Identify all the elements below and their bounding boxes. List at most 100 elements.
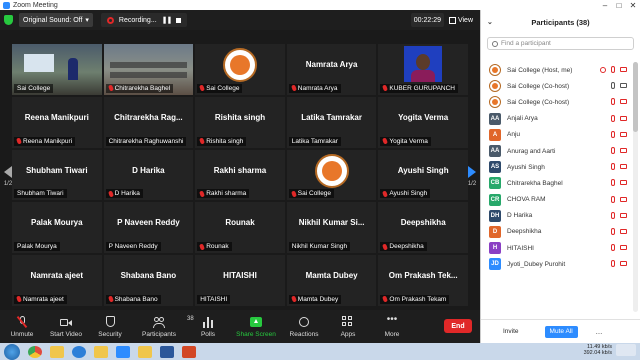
microphone-muted-icon[interactable] [611, 211, 615, 219]
video-tile[interactable]: Rakhi sharma Rakhi sharma [195, 149, 285, 201]
start-button-icon[interactable] [4, 343, 20, 360]
microphone-muted-icon[interactable] [611, 146, 615, 154]
tile-name-label: Rounak [197, 242, 232, 252]
video-tile[interactable]: Om Prakash Tek... Om Prakash Tekam [378, 255, 468, 306]
microphone-muted-icon[interactable] [611, 163, 615, 171]
video-tile[interactable]: HITAISHI HITAISHI [195, 255, 285, 306]
panel-more-button[interactable]: ... [596, 327, 603, 336]
video-tile[interactable]: P Naveen Reddy P Naveen Reddy [103, 202, 194, 254]
stop-icon[interactable] [176, 17, 182, 23]
microphone-muted-icon[interactable] [611, 227, 615, 235]
video-camera-off-icon [620, 228, 627, 234]
security-button[interactable]: Security [88, 310, 132, 343]
zoom-taskbar-icon[interactable] [116, 345, 130, 358]
polls-button[interactable]: Polls [186, 310, 230, 343]
share-screen-button[interactable]: Share Screen [230, 310, 282, 343]
video-tile[interactable]: Mamta Dubey Mamta Dubey [286, 255, 377, 306]
end-meeting-button[interactable]: End [444, 319, 472, 333]
video-tile[interactable]: Namrata ajeet Namrata ajeet [12, 255, 102, 306]
encryption-shield-icon[interactable] [4, 15, 13, 25]
participant-row[interactable]: DH D Harika [481, 208, 631, 224]
avatar: DH [489, 209, 501, 222]
tile-display-name: Rounak [225, 218, 255, 228]
scrollbar-thumb[interactable] [633, 62, 638, 132]
video-tile[interactable]: Deepshikha Deepshikha [378, 202, 468, 254]
video-tile[interactable]: Sai College [195, 44, 285, 95]
microphone-muted-icon[interactable] [611, 260, 615, 268]
tile-name-label: HITAISHI [197, 294, 231, 304]
collapse-panel-icon[interactable]: ⌄ [487, 18, 493, 26]
video-tile[interactable]: Ayushi Singh Ayushi Singh [378, 149, 468, 201]
mute-all-button[interactable]: Mute All [544, 325, 578, 338]
start-video-button[interactable]: Start Video [44, 310, 88, 343]
video-tile[interactable]: D Harika D Harika [103, 149, 194, 201]
minimize-icon[interactable]: – [598, 0, 612, 10]
participants-button[interactable]: Participants [132, 310, 186, 343]
microphone-muted-icon[interactable] [611, 66, 615, 73]
video-tile[interactable]: Reena Manikpuri Reena Manikpuri [12, 96, 102, 148]
browser-icon[interactable] [72, 345, 86, 358]
tile-display-name: Shubham Tiwari [25, 165, 88, 175]
pause-icon[interactable]: ❚❚ [162, 16, 173, 24]
close-icon[interactable]: ✕ [626, 0, 640, 10]
participant-row[interactable]: JD Jyoti_Dubey Purohit [481, 256, 631, 272]
video-tile[interactable]: Rishita singh Rishita singh [195, 96, 285, 148]
participant-status [611, 98, 627, 106]
folder-icon[interactable] [50, 345, 64, 358]
view-button[interactable]: View [446, 13, 476, 27]
apps-button[interactable]: Apps [326, 310, 370, 343]
participant-row[interactable]: AA Anurag and Aarti [481, 143, 631, 159]
video-tile[interactable]: Chitrarekha Rag... Chitrarekha Raghuwansh… [103, 96, 194, 148]
original-sound-button[interactable]: Original Sound: Off ▾ [19, 13, 93, 27]
video-tile[interactable]: Latika Tamrakar Latika Tamrakar [286, 96, 377, 148]
participant-row[interactable]: AA Anjali Arya [481, 111, 631, 127]
video-tile[interactable]: Chitrarekha Baghel [103, 44, 194, 95]
participant-name: Jyoti_Dubey Purohit [507, 260, 566, 268]
participant-row[interactable]: CB Chitrarekha Baghel [481, 175, 631, 191]
microphone-muted-icon[interactable] [611, 130, 615, 138]
file-explorer-icon[interactable] [94, 345, 108, 358]
participant-row[interactable]: Sai College (Co-host) [481, 78, 631, 94]
video-tile[interactable]: Sai College [286, 149, 377, 201]
participant-row[interactable]: Sai College (Co-host) [481, 94, 631, 110]
word-icon[interactable] [160, 345, 174, 358]
arrow-left-icon [4, 166, 12, 178]
participants-scrollbar[interactable] [633, 62, 638, 312]
microphone-icon[interactable] [611, 82, 615, 90]
participant-row[interactable]: D Deepshikha [481, 224, 631, 240]
video-tile[interactable]: Shabana Bano Shabana Bano [103, 255, 194, 306]
microphone-muted-icon[interactable] [611, 195, 615, 203]
participant-search-box[interactable] [487, 37, 634, 50]
participant-row[interactable]: A Anju [481, 127, 631, 143]
window-icon[interactable] [138, 345, 152, 358]
participant-status [611, 260, 627, 268]
participant-search-input[interactable] [501, 40, 631, 47]
chrome-icon[interactable] [28, 345, 42, 358]
tile-display-name: Rishita singh [214, 112, 266, 122]
reactions-button[interactable]: Reactions [282, 310, 326, 343]
participant-row[interactable]: Sai College (Host, me) [481, 62, 631, 78]
video-tile[interactable]: Nikhil Kumar Si... Nikhil Kumar Singh [286, 202, 377, 254]
participant-row[interactable]: CR CHOVA RAM [481, 192, 631, 208]
participant-row[interactable]: H HITAISHI [481, 240, 631, 256]
video-tile[interactable]: Yogita Verma Yogita Verma [378, 96, 468, 148]
microphone-muted-icon[interactable] [611, 98, 615, 106]
maximize-icon[interactable]: □ [612, 0, 626, 10]
participant-name: Sai College (Co-host) [507, 98, 570, 106]
microphone-muted-icon[interactable] [611, 179, 615, 187]
powerpoint-icon[interactable] [182, 345, 196, 358]
invite-button[interactable]: Invite [503, 328, 519, 335]
video-tile[interactable]: Shubham Tiwari Shubham Tiwari [12, 149, 102, 201]
more-button[interactable]: ••• More [370, 310, 414, 343]
video-tile[interactable]: Namrata Arya Namrata Arya [286, 44, 377, 95]
video-tile[interactable]: KUBER GURUPANCH [378, 44, 468, 95]
clock-area[interactable] [616, 344, 636, 356]
video-tile[interactable]: Palak Mourya Palak Mourya [12, 202, 102, 254]
unmute-button[interactable]: Unmute [0, 310, 44, 343]
video-tile[interactable]: Rounak Rounak [195, 202, 285, 254]
next-page-button[interactable]: 1/2 [466, 166, 478, 187]
video-tile[interactable]: Sai College [12, 44, 102, 95]
participant-row[interactable]: AS Ayushi Singh [481, 159, 631, 175]
microphone-muted-icon[interactable] [611, 114, 615, 122]
microphone-muted-icon[interactable] [611, 244, 615, 252]
